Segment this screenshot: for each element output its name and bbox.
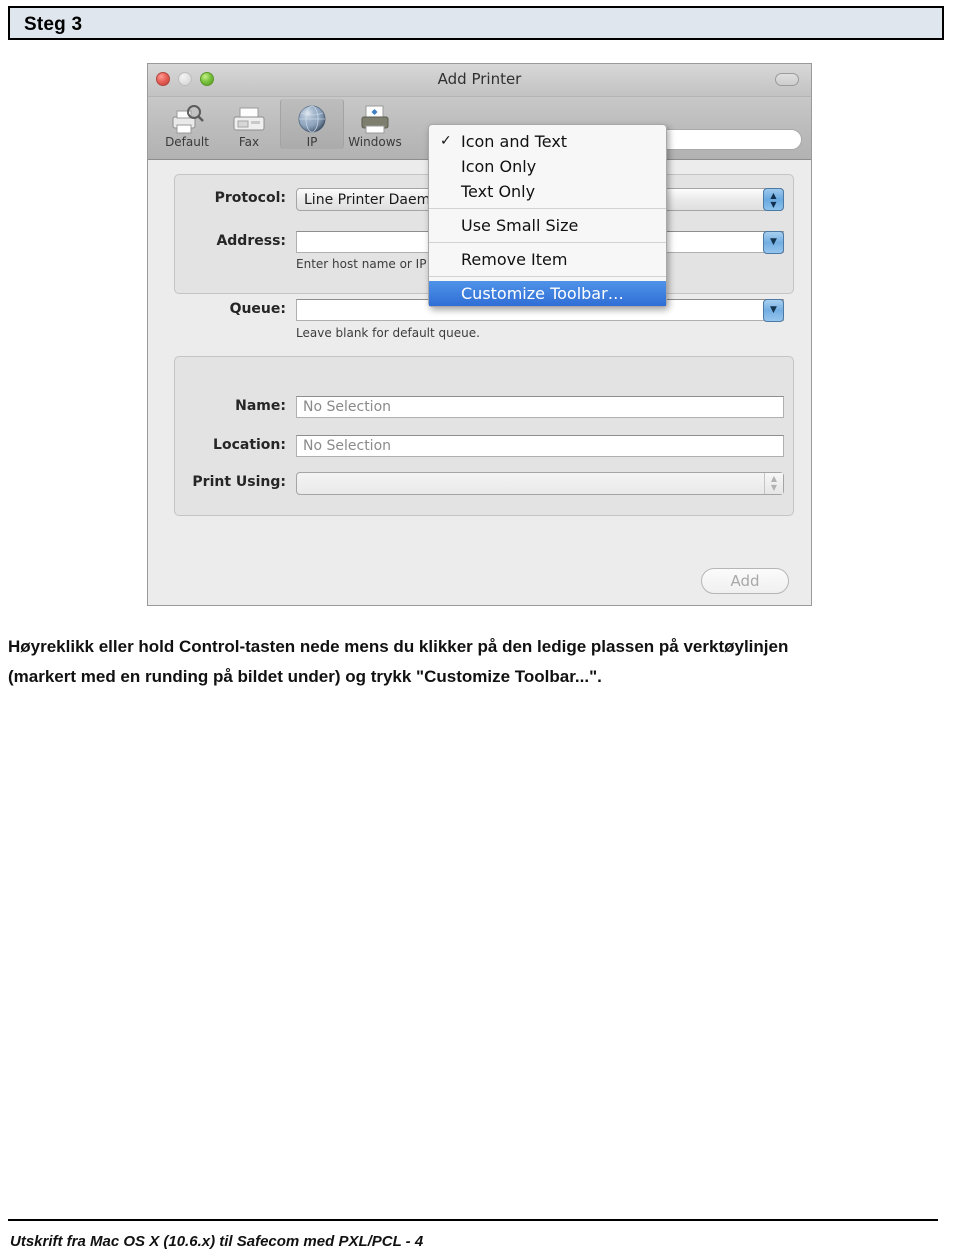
menu-item-icon-and-text[interactable]: ✓ Icon and Text (429, 129, 666, 154)
footer-divider (8, 1219, 938, 1221)
print-using-popup-arrows[interactable]: ▲ ▼ (764, 473, 783, 494)
add-button[interactable]: Add (701, 568, 789, 594)
step-banner: Steg 3 (8, 6, 944, 40)
print-using-label: Print Using: (192, 474, 286, 490)
window-titlebar: Add Printer (148, 64, 811, 97)
window-title: Add Printer (437, 70, 522, 88)
menu-item-icon-only-label: Icon Only (461, 157, 537, 176)
toolbar-toggle-button[interactable] (775, 73, 799, 86)
menu-item-customize-toolbar[interactable]: Customize Toolbar… (429, 281, 666, 306)
name-input[interactable]: No Selection (296, 396, 784, 418)
add-printer-window-screenshot: Add Printer Default Fax IP Windows Proto… (147, 63, 812, 606)
footer-text: Utskrift fra Mac OS X (10.6.x) til Safec… (10, 1233, 424, 1250)
queue-label: Queue: (229, 301, 286, 317)
toolbar-item-fax-label: Fax (238, 135, 260, 149)
toolbar-item-windows-label: Windows (348, 135, 402, 149)
step-banner-label: Steg 3 (24, 14, 83, 35)
menu-separator-2 (429, 242, 666, 243)
name-row: Name: No Selection (174, 396, 794, 418)
menu-item-customize-toolbar-label: Customize Toolbar… (461, 284, 624, 303)
toolbar-item-default-label: Default (165, 135, 209, 149)
queue-hint: Leave blank for default queue. (296, 326, 480, 340)
menu-item-text-only[interactable]: Text Only (429, 179, 666, 204)
checkmark-icon: ✓ (440, 133, 452, 149)
queue-dropdown-arrow[interactable]: ▼ (763, 299, 784, 322)
toolbar-item-group: Default Fax IP Windows (156, 99, 406, 149)
location-input[interactable]: No Selection (296, 435, 784, 457)
menu-item-use-small-size-label: Use Small Size (461, 216, 579, 235)
instruction-line-1: Høyreklikk eller hold Control-tasten ned… (8, 637, 789, 656)
print-using-row: Print Using: ▲ ▼ (174, 472, 794, 495)
menu-item-remove-item-label: Remove Item (461, 250, 568, 269)
network-printer-icon (344, 102, 406, 136)
menu-item-text-only-label: Text Only (461, 182, 536, 201)
fax-machine-icon (218, 102, 280, 136)
menu-separator-3 (429, 276, 666, 277)
toolbar-item-windows[interactable]: Windows (344, 99, 406, 149)
toolbar-context-menu: ✓ Icon and Text Icon Only Text Only Use … (428, 124, 667, 307)
toolbar-item-ip[interactable]: IP (280, 99, 344, 149)
instruction-paragraph: Høyreklikk eller hold Control-tasten ned… (8, 632, 938, 692)
toolbar-item-ip-label: IP (306, 135, 318, 149)
address-label: Address: (216, 233, 286, 249)
location-label: Location: (213, 437, 286, 453)
protocol-popup-arrows[interactable]: ▲ ▼ (763, 188, 784, 211)
print-using-popup[interactable] (296, 472, 784, 495)
instruction-line-2: (markert med en runding på bildet under)… (8, 667, 602, 686)
printer-magnifier-icon (156, 102, 218, 136)
address-dropdown-arrow[interactable]: ▼ (763, 231, 784, 254)
menu-item-icon-and-text-label: Icon and Text (461, 132, 568, 151)
menu-item-use-small-size[interactable]: Use Small Size (429, 213, 666, 238)
toolbar-item-fax[interactable]: Fax (218, 99, 280, 149)
location-row: Location: No Selection (174, 435, 794, 457)
protocol-label: Protocol: (214, 190, 286, 206)
globe-icon (281, 102, 343, 136)
menu-separator-1 (429, 208, 666, 209)
name-label: Name: (235, 398, 286, 414)
menu-item-icon-only[interactable]: Icon Only (429, 154, 666, 179)
toolbar-item-default[interactable]: Default (156, 99, 218, 149)
menu-item-remove-item[interactable]: Remove Item (429, 247, 666, 272)
